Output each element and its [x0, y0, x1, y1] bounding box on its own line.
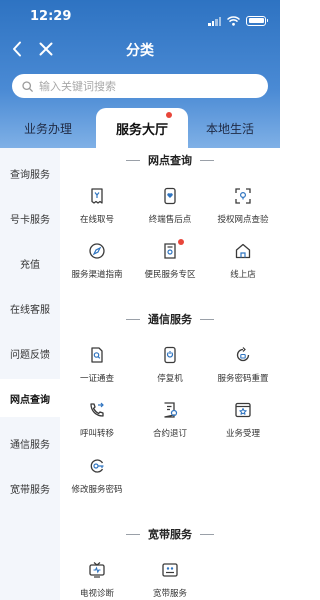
compass-icon — [86, 240, 108, 262]
tv-icon — [86, 559, 108, 581]
sidebar-item-communication[interactable]: 通信服务 — [0, 424, 60, 462]
close-icon — [39, 42, 53, 56]
change-password-label: 修改服务密码 — [71, 485, 123, 495]
id-check-label: 一证通查 — [79, 374, 114, 384]
search-bar[interactable] — [12, 74, 268, 98]
status-time: 12:29 — [30, 9, 72, 24]
section-title-outlet: 网点查询 — [60, 152, 280, 168]
online-ticket-label: 在线取号 — [79, 215, 114, 225]
phone-power-icon — [159, 344, 181, 366]
convenience-service-item[interactable]: 便民服务专区 — [133, 239, 207, 280]
convenience-notification-dot — [178, 239, 184, 245]
call-forwarding-item[interactable]: 呼叫转移 — [60, 399, 134, 439]
authorized-outlet-check-item[interactable]: 授权网点查验 — [206, 185, 280, 225]
online-store-label: 线上店 — [230, 270, 256, 280]
sidebar-item-outlet-query[interactable]: 网点查询 — [0, 379, 60, 417]
service-channel-guide-label: 服务渠道指南 — [71, 270, 123, 280]
sidebar-item-recharge[interactable]: 充值 — [0, 244, 60, 282]
tv-diagnosis-item[interactable]: 电视诊断 — [60, 559, 134, 599]
home-icon — [232, 240, 254, 262]
search-icon — [22, 80, 33, 92]
tab-service-hall-label: 服务大厅 — [115, 122, 168, 138]
service-channel-guide-item[interactable]: 服务渠道指南 — [60, 240, 134, 280]
section-title-communication: 通信服务 — [60, 311, 280, 327]
star-window-icon — [232, 399, 254, 421]
sidebar-item-feedback[interactable]: 问题反馈 — [0, 334, 60, 372]
sidebar-item-broadband[interactable]: 宽带服务 — [0, 469, 60, 507]
battery-icon — [246, 15, 268, 26]
contract-unsubscribe-item[interactable]: 合约退订 — [133, 399, 207, 439]
sidebar-item-sim-card[interactable]: 号卡服务 — [0, 199, 60, 237]
ticket-icon — [86, 185, 108, 207]
back-button[interactable] — [6, 37, 28, 61]
status-bar: 12:29 — [0, 0, 280, 34]
suspend-resume-label: 停复机 — [157, 374, 183, 384]
lock-reset-icon — [232, 344, 254, 366]
nav-bar: 分类 — [0, 34, 280, 64]
top-tabs: 业务办理 服务大厅 本地生活 — [0, 108, 280, 148]
phone-heart-icon — [159, 185, 181, 207]
search-document-icon — [86, 344, 108, 366]
authorized-outlet-check-label: 授权网点查验 — [217, 215, 269, 225]
tab-notification-dot — [166, 112, 172, 118]
sidebar-item-query-service[interactable]: 查询服务 — [0, 154, 60, 192]
password-reset-item[interactable]: 服务密码重置 — [206, 344, 280, 384]
chevron-left-icon — [13, 41, 21, 57]
online-ticket-item[interactable]: 在线取号 — [60, 185, 134, 225]
call-forwarding-label: 呼叫转移 — [79, 429, 114, 439]
password-reset-label: 服务密码重置 — [217, 374, 269, 384]
tab-service-hall[interactable]: 服务大厅 — [96, 108, 188, 148]
signal-icon — [208, 16, 221, 26]
call-forward-icon — [86, 399, 108, 421]
terminal-aftersales-label: 终端售后点 — [148, 215, 192, 225]
router-icon — [159, 559, 181, 581]
tab-business[interactable]: 业务办理 — [24, 120, 72, 137]
scan-location-icon — [232, 185, 254, 207]
section-title-outlet-text: 网点查询 — [148, 154, 192, 167]
close-button[interactable] — [34, 37, 58, 61]
sidebar: 查询服务 号卡服务 充值 在线客服 问题反馈 网点查询 通信服务 宽带服务 — [0, 148, 60, 600]
wifi-icon — [226, 11, 241, 30]
broadband-service-label: 宽带服务 — [152, 589, 187, 599]
contract-unsubscribe-label: 合约退订 — [152, 429, 187, 439]
terminal-aftersales-item[interactable]: 终端售后点 — [133, 185, 207, 225]
content-panel: 网点查询 在线取号 终端售后点 授权网点查验 服务渠道指南 便民服务专区 线上店… — [60, 148, 280, 600]
change-password-item[interactable]: 修改服务密码 — [60, 455, 134, 495]
tv-diagnosis-label: 电视诊断 — [79, 589, 114, 599]
convenience-service-label: 便民服务专区 — [144, 270, 196, 280]
business-acceptance-label: 业务受理 — [225, 429, 260, 439]
broadband-service-item[interactable]: 宽带服务 — [133, 559, 207, 599]
contract-icon — [159, 399, 181, 421]
search-input[interactable] — [39, 79, 239, 93]
section-title-communication-text: 通信服务 — [148, 313, 192, 326]
id-check-item[interactable]: 一证通查 — [60, 344, 134, 384]
section-title-broadband-text: 宽带服务 — [148, 528, 192, 541]
online-store-item[interactable]: 线上店 — [206, 240, 280, 280]
tab-local-life[interactable]: 本地生活 — [206, 120, 254, 137]
section-title-broadband: 宽带服务 — [60, 526, 280, 542]
business-acceptance-item[interactable]: 业务受理 — [206, 399, 280, 439]
key-icon — [86, 455, 108, 477]
suspend-resume-item[interactable]: 停复机 — [133, 344, 207, 384]
sidebar-item-online-support[interactable]: 在线客服 — [0, 289, 60, 327]
location-document-icon — [159, 239, 184, 262]
status-icons — [208, 11, 268, 30]
